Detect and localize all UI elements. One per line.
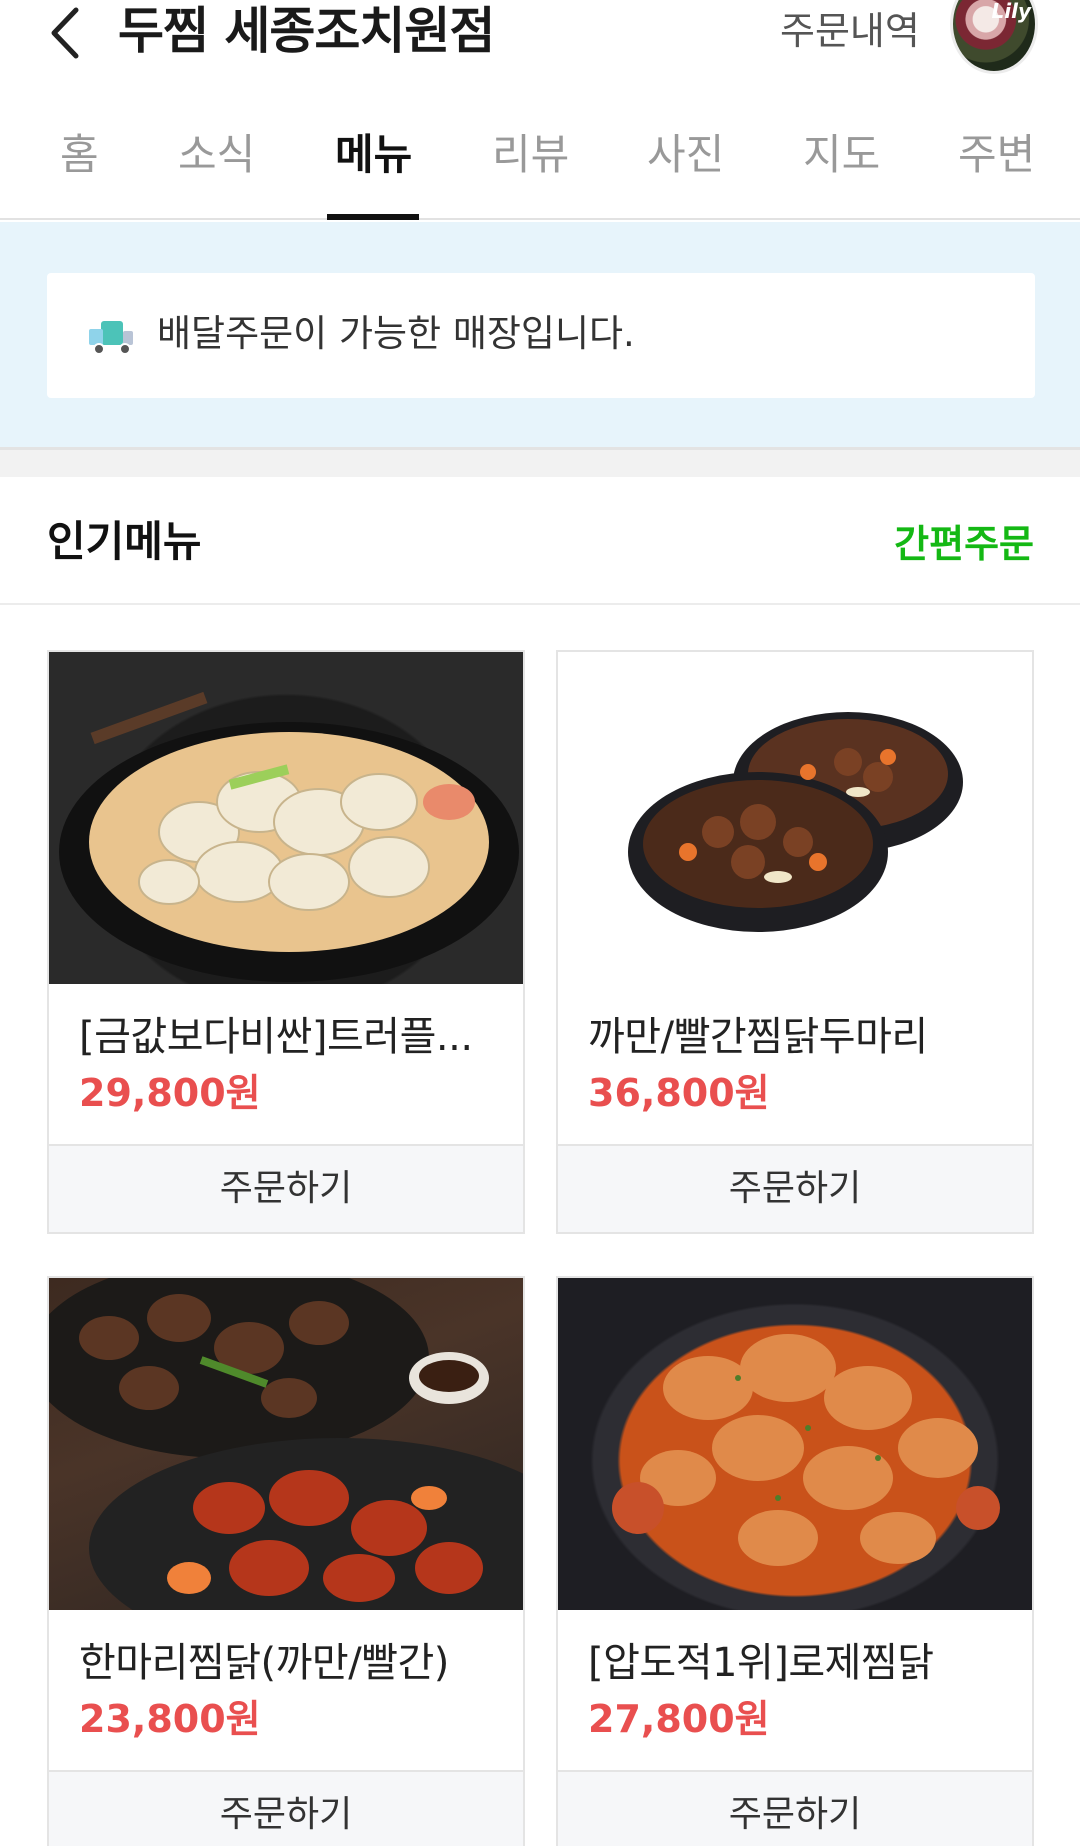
menu-item-image[interactable] (49, 1278, 523, 1610)
tab-bar: 홈 소식 메뉴 리뷰 사진 지도 주변 (0, 110, 1080, 220)
tab-map[interactable]: 지도 (803, 130, 880, 180)
delivery-truck-icon (89, 321, 133, 355)
delivery-banner: 배달주문이 가능한 매장입니다. (47, 273, 1035, 398)
delivery-available-text: 배달주문이 가능한 매장입니다. (157, 312, 635, 355)
back-arrow-icon[interactable] (42, 2, 92, 64)
order-button[interactable]: 주문하기 (49, 1770, 523, 1846)
tab-news[interactable]: 소식 (178, 130, 255, 180)
menu-item-price: 27,800원 (588, 1697, 770, 1741)
menu-item-price: 36,800원 (588, 1071, 770, 1115)
menu-item-name: [금값보다비싼]트러플... (79, 1014, 473, 1060)
popular-menu-header: 인기메뉴 간편주문 (0, 477, 1080, 605)
avatar[interactable]: Lily (950, 0, 1038, 74)
menu-item-price: 29,800원 (79, 1071, 261, 1115)
whole-jjimdak-photo (49, 1278, 523, 1610)
rose-jjimdak-photo (612, 1334, 1000, 1566)
menu-item-image[interactable] (49, 652, 523, 984)
truffle-jjimdak-photo (59, 691, 519, 982)
menu-card[interactable]: 까만/빨간찜닭두마리 36,800원 주문하기 (556, 650, 1034, 1234)
menu-item-image[interactable] (558, 652, 1032, 984)
section-title: 인기메뉴 (47, 517, 202, 566)
menu-card[interactable]: 한마리찜닭(까만/빨간) 23,800원 주문하기 (47, 1276, 525, 1846)
quick-order-link[interactable]: 간편주문 (894, 521, 1034, 567)
tab-nearby[interactable]: 주변 (958, 130, 1035, 180)
menu-item-image[interactable] (558, 1278, 1032, 1610)
menu-item-name: 한마리찜닭(까만/빨간) (79, 1640, 449, 1686)
section-divider (0, 450, 1080, 477)
menu-card[interactable]: [금값보다비싼]트러플... 29,800원 주문하기 (47, 650, 525, 1234)
two-jjimdak-photo (628, 712, 963, 932)
order-button[interactable]: 주문하기 (49, 1144, 523, 1232)
tab-menu[interactable]: 메뉴 (335, 130, 412, 180)
tab-reviews[interactable]: 리뷰 (492, 130, 569, 180)
tab-photos[interactable]: 사진 (647, 130, 724, 180)
avatar-label: Lily (991, 0, 1032, 23)
tab-home[interactable]: 홈 (60, 130, 99, 180)
order-button[interactable]: 주문하기 (558, 1144, 1032, 1232)
menu-item-name: 까만/빨간찜닭두마리 (588, 1014, 928, 1060)
order-button[interactable]: 주문하기 (558, 1770, 1032, 1846)
menu-item-price: 23,800원 (79, 1697, 261, 1741)
menu-item-name: [압도적1위]로제찜닭 (588, 1640, 934, 1686)
order-history-link[interactable]: 주문내역 (780, 8, 920, 54)
active-tab-indicator (327, 214, 419, 220)
app-header: 두찜 세종조치원점 주문내역 Lily (0, 0, 1080, 90)
menu-card[interactable]: [압도적1위]로제찜닭 27,800원 주문하기 (556, 1276, 1034, 1846)
delivery-banner-area: 배달주문이 가능한 매장입니다. (0, 222, 1080, 450)
store-title: 두찜 세종조치원점 (118, 2, 495, 60)
